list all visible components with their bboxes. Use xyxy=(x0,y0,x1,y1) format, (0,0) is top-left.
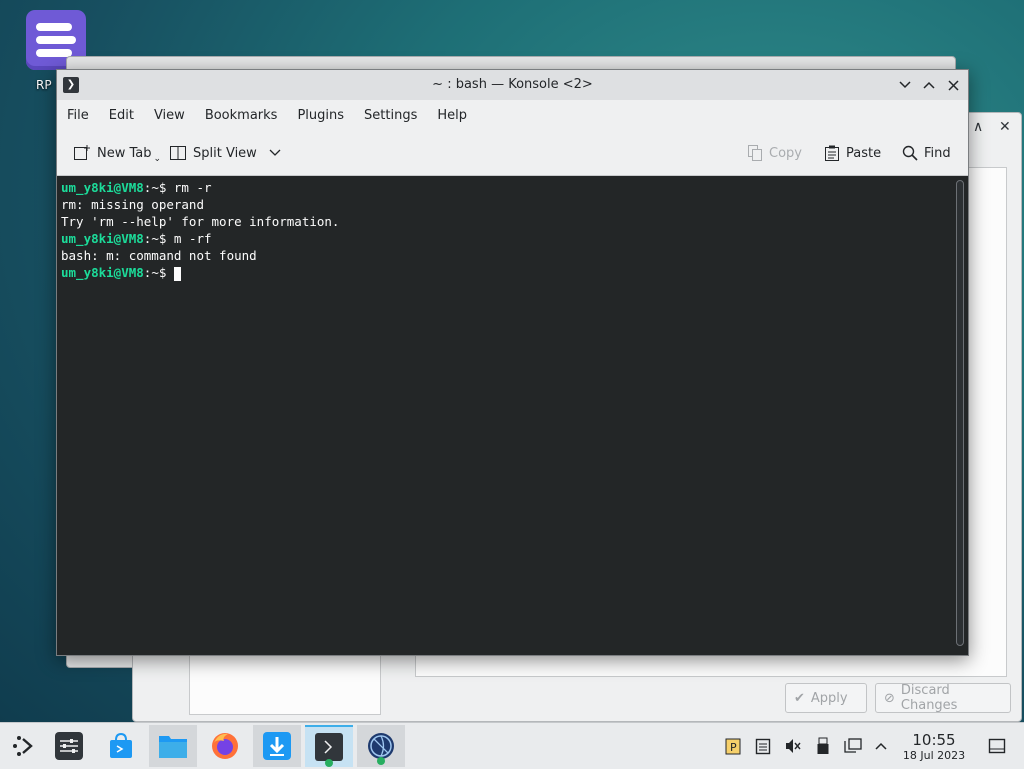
title-bar[interactable]: ❯ ~ : bash — Konsole <2> xyxy=(57,70,968,100)
running-indicator-icon xyxy=(377,757,385,765)
clock-date: 18 Jul 2023 xyxy=(902,749,966,762)
download-icon xyxy=(263,732,291,760)
settings-list-panel xyxy=(189,653,381,715)
menu-settings[interactable]: Settings xyxy=(364,108,417,123)
volume-muted-icon[interactable] xyxy=(784,737,802,755)
settings-sliders-icon xyxy=(55,732,83,760)
terminal-output[interactable]: um_y8ki@VM8:~$ rm -r rm: missing operand… xyxy=(57,176,956,655)
window-title: ~ : bash — Konsole <2> xyxy=(432,77,593,92)
network-browser-task[interactable] xyxy=(357,725,405,767)
terminal-line: bash: m: command not found xyxy=(61,248,257,263)
close-button[interactable] xyxy=(943,75,963,95)
chevron-down-icon xyxy=(269,149,281,156)
copy-icon xyxy=(748,145,762,161)
terminal-line: um_y8ki@VM8:~$ m -rf xyxy=(61,231,212,246)
network-icon[interactable] xyxy=(844,737,862,755)
konsole-task[interactable] xyxy=(305,725,353,767)
konsole-window[interactable]: ❯ ~ : bash — Konsole <2> File Edit View … xyxy=(56,69,969,656)
toolbar: New Tab ⌄ Split View Copy Paste Find xyxy=(57,130,968,176)
paste-icon xyxy=(825,145,839,161)
taskbar: P 10:55 18 Jul 2023 xyxy=(0,722,1024,769)
terminal-scrollbar[interactable] xyxy=(956,180,964,646)
clock[interactable]: 10:55 18 Jul 2023 xyxy=(898,731,970,762)
search-icon xyxy=(902,145,918,161)
system-settings-task[interactable] xyxy=(45,725,93,767)
notes-icon[interactable] xyxy=(754,737,772,755)
folder-icon xyxy=(159,736,187,758)
clock-time: 10:55 xyxy=(912,731,956,749)
menu-bar: File Edit View Bookmarks Plugins Setting… xyxy=(57,100,968,130)
firefox-icon xyxy=(212,733,238,759)
firefox-task[interactable] xyxy=(201,725,249,767)
split-view-button[interactable]: Split View xyxy=(169,142,281,164)
maximize-button[interactable] xyxy=(919,75,939,95)
file-manager-task[interactable] xyxy=(149,725,197,767)
chevron-down-icon xyxy=(899,81,911,89)
shopping-bag-icon xyxy=(110,732,132,758)
menu-help[interactable]: Help xyxy=(437,108,467,123)
kde-launcher-icon xyxy=(13,736,33,756)
discard-changes-button[interactable]: ⊘ Discard Changes xyxy=(875,683,1011,713)
menu-file[interactable]: File xyxy=(67,108,89,123)
menu-plugins[interactable]: Plugins xyxy=(297,108,344,123)
desktop-app-label: RP xyxy=(36,78,52,92)
discover-store-task[interactable] xyxy=(97,725,145,767)
close-icon xyxy=(947,79,959,91)
dropdown-indicator-icon: ⌄ xyxy=(153,154,162,164)
new-tab-icon xyxy=(74,145,90,160)
check-icon: ✔ xyxy=(794,690,805,706)
menu-bookmarks[interactable]: Bookmarks xyxy=(205,108,278,123)
close-icon[interactable]: ✕ xyxy=(999,119,1011,135)
downloader-task[interactable] xyxy=(253,725,301,767)
clipboard-pin-icon[interactable]: P xyxy=(724,737,742,755)
minimize-button[interactable] xyxy=(895,75,915,95)
text-cursor xyxy=(173,266,181,281)
chevron-up-icon[interactable] xyxy=(872,737,890,755)
maximize-icon[interactable]: ∧ xyxy=(973,119,983,135)
show-desktop-icon[interactable] xyxy=(988,737,1006,755)
apply-button[interactable]: ✔ Apply xyxy=(785,683,867,713)
menu-view[interactable]: View xyxy=(154,108,185,123)
menu-edit[interactable]: Edit xyxy=(109,108,134,123)
paste-button[interactable]: Paste xyxy=(824,142,881,164)
terminal-line: rm: missing operand xyxy=(61,197,204,212)
terminal-line: Try 'rm --help' for more information. xyxy=(61,214,340,229)
terminal-line: um_y8ki@VM8:~$ rm -r xyxy=(61,180,212,195)
usb-device-icon[interactable] xyxy=(814,737,832,755)
cancel-icon: ⊘ xyxy=(884,690,895,706)
split-view-icon xyxy=(170,146,186,160)
svg-text:P: P xyxy=(730,741,737,754)
new-tab-button[interactable]: New Tab ⌄ xyxy=(73,142,161,164)
terminal-line: um_y8ki@VM8:~$ xyxy=(61,264,952,281)
running-indicator-icon xyxy=(325,759,333,767)
copy-button[interactable]: Copy xyxy=(747,142,802,164)
application-launcher-button[interactable] xyxy=(0,725,48,767)
find-button[interactable]: Find xyxy=(902,142,951,164)
terminal-icon xyxy=(315,733,343,761)
chevron-up-icon xyxy=(923,81,935,89)
